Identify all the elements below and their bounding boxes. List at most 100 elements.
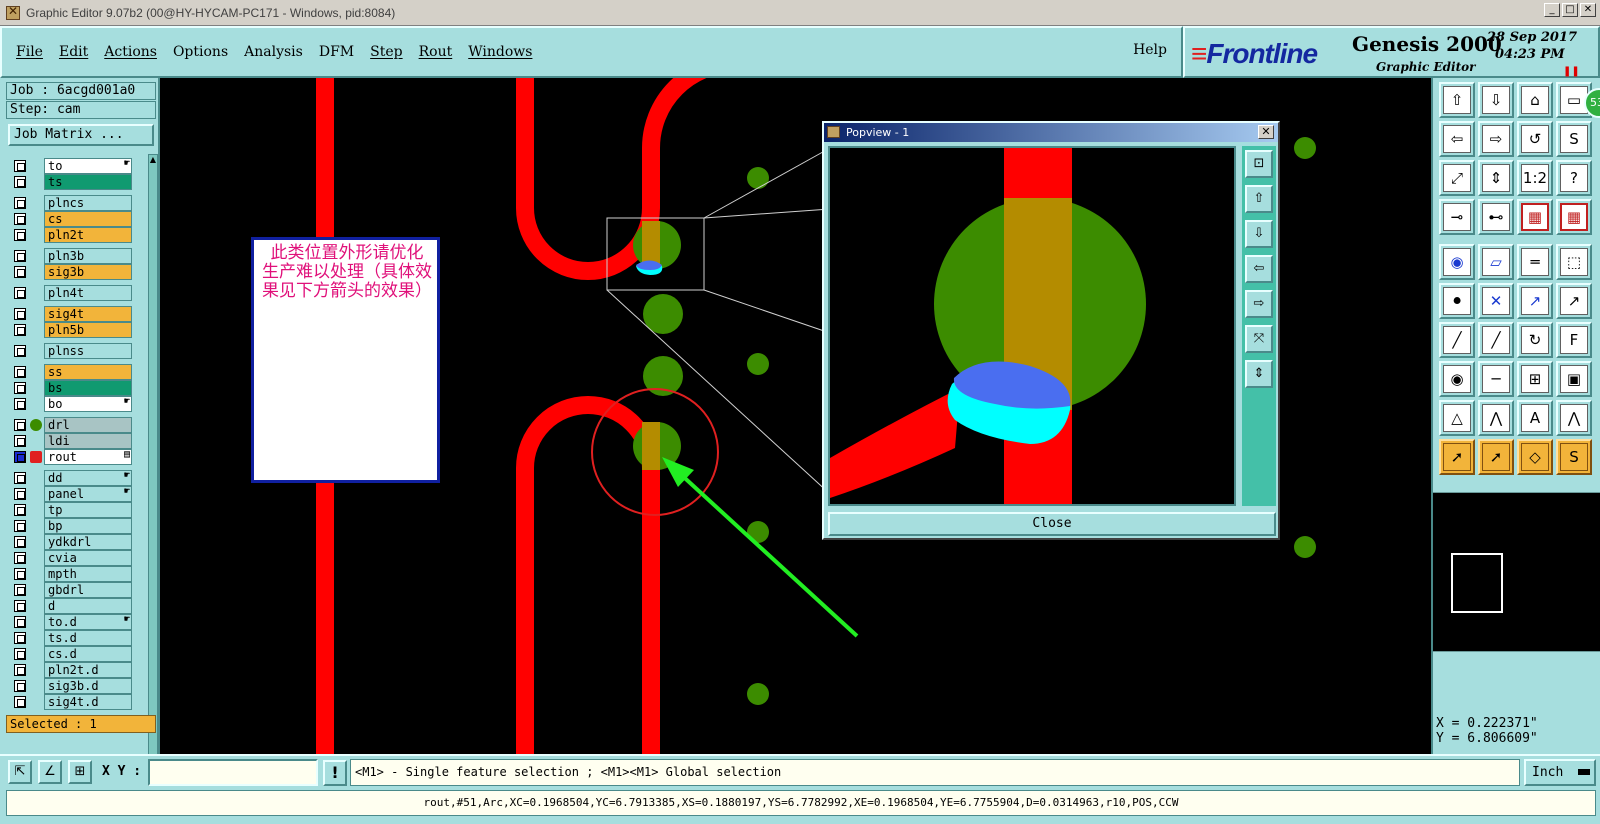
layer-name[interactable]: pln2t.d (44, 662, 132, 678)
layer-name[interactable]: ss (44, 364, 132, 380)
layer-name[interactable]: pln3b (44, 248, 132, 264)
layer-checkbox[interactable] (14, 250, 26, 262)
tool-button[interactable]: ⊸ (1439, 199, 1475, 235)
layer-row[interactable]: ts (12, 174, 136, 190)
tool-button[interactable]: ▣ (1556, 361, 1592, 397)
layer-row[interactable]: gbdrl (12, 582, 136, 598)
layer-checkbox[interactable] (14, 632, 26, 644)
layer-name[interactable]: sig3b (44, 264, 132, 280)
menu-rout[interactable]: Rout (419, 44, 453, 60)
layer-name[interactable]: sig3b.d (44, 678, 132, 694)
tool-button[interactable]: ⇩ (1478, 82, 1514, 118)
layer-checkbox[interactable] (14, 664, 26, 676)
tool-button[interactable]: 1:2 (1517, 160, 1553, 196)
popview-pan-right-icon[interactable]: ⇨ (1245, 290, 1273, 318)
tool-button[interactable]: S (1556, 121, 1592, 157)
minimize-button[interactable]: _ (1544, 3, 1560, 17)
tool-button[interactable]: ▱ (1478, 244, 1514, 280)
layer-checkbox[interactable] (14, 176, 26, 188)
layer-checkbox[interactable] (14, 536, 26, 548)
layer-checkbox[interactable] (14, 366, 26, 378)
layer-checkbox[interactable] (14, 488, 26, 500)
popview-canvas[interactable] (828, 146, 1236, 506)
layer-name[interactable]: sig4t (44, 306, 132, 322)
layer-row[interactable]: sig4t (12, 306, 136, 322)
tool-button[interactable]: ⇦ (1439, 121, 1475, 157)
tool-button[interactable]: ⇕ (1478, 160, 1514, 196)
tool-button[interactable]: ➚ (1439, 439, 1475, 475)
layer-row[interactable]: pln2t (12, 227, 136, 243)
popview-close-icon[interactable]: ✕ (1258, 125, 1274, 139)
alert-icon[interactable]: ! (323, 760, 347, 786)
layer-name[interactable]: pln4t (44, 285, 132, 301)
layer-row[interactable]: sig3b (12, 264, 136, 280)
layer-checkbox[interactable] (14, 552, 26, 564)
layer-row[interactable]: plnss (12, 343, 136, 359)
snap-icon[interactable]: ⇱ (8, 760, 32, 784)
tool-button[interactable]: ⋀ (1556, 400, 1592, 436)
layer-name[interactable]: to.d (44, 614, 132, 630)
tool-button[interactable]: ↻ (1517, 322, 1553, 358)
layer-row[interactable]: pln5b (12, 322, 136, 338)
layer-checkbox[interactable] (14, 435, 26, 447)
menu-actions[interactable]: Actions (104, 44, 157, 60)
popview-close-button[interactable]: Close (828, 512, 1276, 536)
layer-checkbox[interactable] (14, 568, 26, 580)
layer-row[interactable]: ss (12, 364, 136, 380)
layer-row[interactable]: cs (12, 211, 136, 227)
tool-button[interactable]: ? (1556, 160, 1592, 196)
tool-button[interactable]: ▦ (1556, 199, 1592, 235)
close-window-button[interactable]: ✕ (1580, 3, 1596, 17)
tool-button[interactable]: ⤢ (1439, 160, 1475, 196)
maximize-button[interactable]: □ (1562, 3, 1578, 17)
layer-row[interactable]: bs (12, 380, 136, 396)
layer-row[interactable]: rout ▤ (12, 449, 136, 465)
tool-button[interactable]: ⇧ (1439, 82, 1475, 118)
tool-button[interactable]: S (1556, 439, 1592, 475)
layer-row[interactable]: mpth (12, 566, 136, 582)
layer-name[interactable]: ldi (44, 433, 132, 449)
layer-checkbox[interactable] (14, 345, 26, 357)
layer-checkbox[interactable] (14, 324, 26, 336)
layer-checkbox[interactable] (14, 584, 26, 596)
tool-button[interactable]: ⋀ (1478, 400, 1514, 436)
layer-name[interactable]: cvia (44, 550, 132, 566)
units-select[interactable]: Inch (1524, 759, 1596, 786)
tool-button[interactable]: ⊷ (1478, 199, 1514, 235)
layer-checkbox[interactable] (14, 266, 26, 278)
menu-edit[interactable]: Edit (59, 44, 88, 60)
popview-zoom-icon[interactable]: ⊡ (1245, 150, 1273, 178)
tool-button[interactable]: ═ (1517, 244, 1553, 280)
layer-row[interactable]: plncs (12, 195, 136, 211)
angle-icon[interactable]: ∠ (38, 760, 62, 784)
layer-checkbox[interactable] (14, 504, 26, 516)
layer-name[interactable]: rout (44, 449, 132, 465)
overview-map[interactable] (1433, 492, 1600, 652)
layer-name[interactable]: plncs (44, 195, 132, 211)
layer-name[interactable]: cs (44, 211, 132, 227)
layer-name[interactable]: bo (44, 396, 132, 412)
tool-button[interactable]: ⚫ (1439, 283, 1475, 319)
tool-button[interactable]: ◇ (1517, 439, 1553, 475)
tool-button[interactable]: ✕ (1478, 283, 1514, 319)
tool-button[interactable]: ↗ (1517, 283, 1553, 319)
layer-checkbox[interactable] (14, 472, 26, 484)
tool-button[interactable]: ─ (1478, 361, 1514, 397)
layer-name[interactable]: pln2t (44, 227, 132, 243)
popview-pan-down-icon[interactable]: ⇩ (1245, 220, 1273, 248)
tool-button[interactable]: ◉ (1439, 244, 1475, 280)
popview-pan-left-icon[interactable]: ⇦ (1245, 255, 1273, 283)
layer-checkbox[interactable] (14, 451, 26, 463)
layer-checkbox[interactable] (14, 287, 26, 299)
popview-pan-up-icon[interactable]: ⇧ (1245, 185, 1273, 213)
tool-button[interactable]: A (1517, 400, 1553, 436)
scroll-up-icon[interactable]: ▲ (149, 155, 157, 165)
layer-row[interactable]: ldi (12, 433, 136, 449)
tool-button[interactable]: ➚ (1478, 439, 1514, 475)
popview-fit-vertical-icon[interactable]: ⇕ (1245, 360, 1273, 388)
popview-fit-icon[interactable]: ⤧ (1245, 325, 1273, 353)
tool-button[interactable]: ◉ (1439, 361, 1475, 397)
tool-button[interactable]: ⬚ (1556, 244, 1592, 280)
tool-button[interactable]: ⌂ (1517, 82, 1553, 118)
pause-icon[interactable]: ❚❚ (1563, 66, 1580, 77)
